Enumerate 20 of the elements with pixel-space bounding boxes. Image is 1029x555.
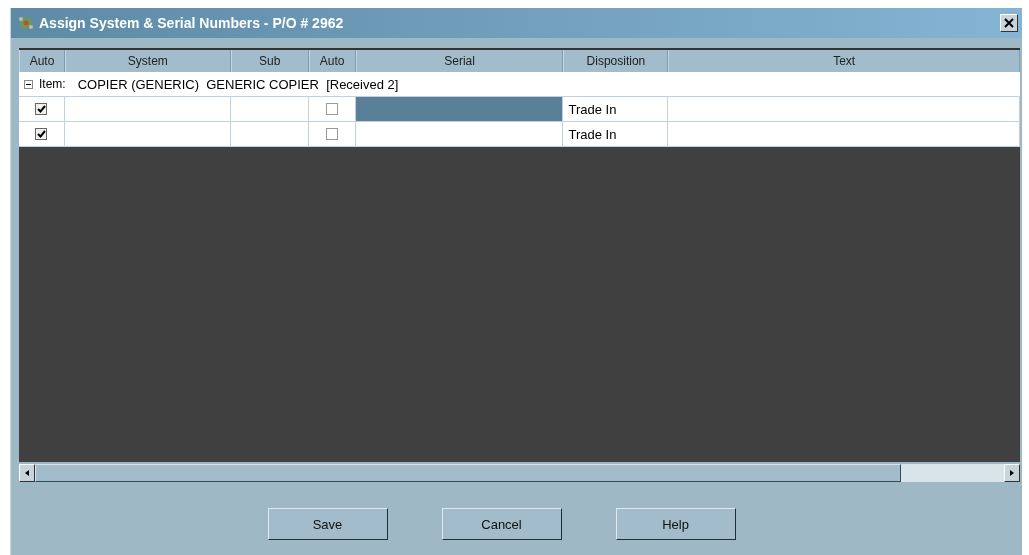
checkbox[interactable]: [35, 128, 48, 140]
table-cell: Trade In: [568, 126, 617, 142]
collapse-icon[interactable]: [24, 79, 33, 89]
window-title: Assign System & Serial Numbers - P/O # 2962: [39, 15, 345, 31]
table-cell: Trade In: [568, 101, 617, 117]
checkbox[interactable]: [325, 103, 338, 115]
group-text: COPIER (GENERIC) GENERIC COPIER [Received 2]: [77, 76, 399, 92]
scroll-left-button[interactable]: [19, 464, 35, 482]
dialog-button[interactable]: Help: [615, 508, 736, 540]
dialog-button[interactable]: Cancel: [441, 508, 562, 540]
dialog-button[interactable]: Save: [267, 508, 388, 540]
close-icon: [1004, 18, 1014, 28]
checkbox[interactable]: [325, 128, 338, 140]
right-arrow-icon: [1010, 470, 1014, 476]
left-arrow-icon: [25, 470, 29, 476]
scroll-right-button[interactable]: [1004, 464, 1020, 482]
group-label: Item:: [39, 77, 66, 91]
checkbox[interactable]: [35, 103, 48, 115]
close-button[interactable]: [1000, 14, 1018, 32]
selected-cell[interactable]: [355, 97, 564, 121]
